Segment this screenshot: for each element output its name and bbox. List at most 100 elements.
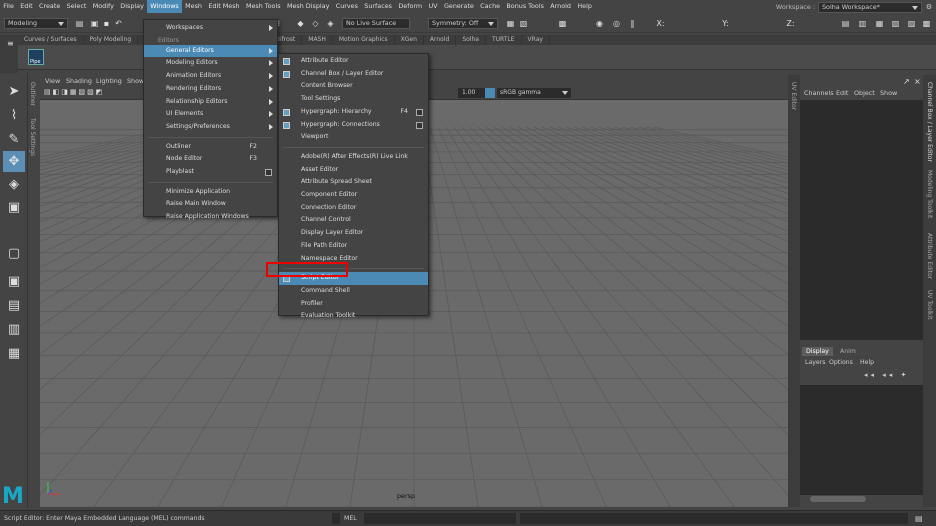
- menu-edit[interactable]: Edit: [17, 0, 36, 13]
- menu-item-command-shell[interactable]: Command Shell: [279, 285, 428, 298]
- option-box-icon[interactable]: [416, 108, 423, 116]
- menu-help[interactable]: Help: [574, 0, 595, 13]
- single-view-icon[interactable]: ▢: [3, 243, 25, 264]
- command-line-input[interactable]: [364, 513, 516, 524]
- tool-settings-icon[interactable]: ▦: [874, 18, 885, 29]
- menu-select[interactable]: Select: [63, 0, 89, 13]
- menu-item-display-layer-editor[interactable]: Display Layer Editor: [279, 227, 428, 240]
- menu-mesh[interactable]: Mesh: [182, 0, 205, 13]
- menu-item-ui-elements[interactable]: UI Elements: [144, 108, 277, 121]
- undo-icon[interactable]: ↶: [113, 18, 124, 29]
- channel-box-area[interactable]: [800, 100, 923, 340]
- render-icon[interactable]: ▩: [557, 18, 568, 29]
- le-menu-help[interactable]: Help: [860, 359, 874, 366]
- vp-menu-view[interactable]: View: [45, 77, 60, 85]
- menu-item-attribute-spread-sheet[interactable]: Attribute Spread Sheet: [279, 176, 428, 189]
- color-management-icon[interactable]: [485, 88, 495, 98]
- tool-settings-side-tab[interactable]: Tool Settings: [29, 118, 36, 156]
- menu-item-channel-box-layer-editor[interactable]: Channel Box / Layer Editor: [279, 68, 428, 81]
- menu-item-tool-settings[interactable]: Tool Settings: [279, 93, 428, 106]
- symmetry-dropdown[interactable]: Symmetry: Off: [428, 18, 498, 29]
- scale-tool-icon[interactable]: ▣: [3, 197, 25, 218]
- snap-view-icon[interactable]: ◇: [310, 18, 321, 29]
- menu-item-evaluation-toolkit[interactable]: Evaluation Toolkit: [279, 310, 428, 323]
- menu-item-relationship-editors[interactable]: Relationship Editors: [144, 96, 277, 109]
- settings-icon[interactable]: ⚙: [922, 3, 936, 11]
- modeling-toolkit-side-tab[interactable]: Modeling Toolkit: [926, 170, 933, 218]
- uv-toolkit-side-tab[interactable]: UV Toolkit: [926, 290, 933, 320]
- channel-box-icon[interactable]: ▧: [890, 18, 901, 29]
- layout-b-icon[interactable]: ▥: [3, 319, 25, 340]
- live-surface-field[interactable]: No Live Surface: [342, 18, 410, 29]
- menu-item-rendering-editors[interactable]: Rendering Editors: [144, 83, 277, 96]
- shelf-tab-motion-graphics[interactable]: Motion Graphics: [333, 35, 395, 45]
- menu-item-content-browser[interactable]: Content Browser: [279, 80, 428, 93]
- menu-surfaces[interactable]: Surfaces: [361, 0, 395, 13]
- menu-item-profiler[interactable]: Profiler: [279, 298, 428, 311]
- four-view-icon[interactable]: ▣: [3, 271, 25, 292]
- cb-menu-channels[interactable]: Channels: [804, 89, 834, 97]
- menu-item-raise-application-windows[interactable]: Raise Application Windows: [144, 211, 277, 224]
- shelf-tab-curves-surfaces[interactable]: Curves / Surfaces: [18, 35, 84, 45]
- cb-menu-object[interactable]: Object: [854, 89, 875, 97]
- uv-editor-side-tab[interactable]: UV Editor: [790, 82, 797, 110]
- menu-item-node-editor[interactable]: Node Editor F3: [144, 153, 277, 166]
- open-scene-icon[interactable]: ▣: [89, 18, 100, 29]
- history-icon[interactable]: ▦: [505, 18, 516, 29]
- menu-item-raise-main-window[interactable]: Raise Main Window: [144, 198, 277, 211]
- lasso-tool-icon[interactable]: ⌇: [3, 105, 25, 126]
- option-box-icon[interactable]: [265, 169, 272, 176]
- menu-cache[interactable]: Cache: [477, 0, 503, 13]
- panel-close-icon[interactable]: ×: [914, 77, 921, 86]
- snap-point-icon[interactable]: ◆: [295, 18, 306, 29]
- menu-mesh-tools[interactable]: Mesh Tools: [243, 0, 284, 13]
- mel-label[interactable]: MEL: [344, 515, 357, 522]
- menu-item-general-editors[interactable]: General Editors: [144, 44, 277, 58]
- menu-generate[interactable]: Generate: [441, 0, 477, 13]
- le-menu-options[interactable]: Options: [829, 359, 853, 366]
- vp-menu-shading[interactable]: Shading: [66, 77, 92, 85]
- outliner-layout-icon[interactable]: ▦: [3, 343, 25, 364]
- menu-item-connection-editor[interactable]: Connection Editor: [279, 202, 428, 215]
- shelf-tab-mash[interactable]: MASH: [302, 35, 333, 45]
- menu-edit-mesh[interactable]: Edit Mesh: [205, 0, 243, 13]
- tab-anim[interactable]: Anim: [840, 348, 856, 355]
- menu-item-settings-preferences[interactable]: Settings/Preferences: [144, 121, 277, 134]
- vp-tool-icons[interactable]: ▤◧◨▦▧▨◩: [44, 88, 104, 96]
- rotate-tool-icon[interactable]: ◈: [3, 174, 25, 195]
- menu-mesh-display[interactable]: Mesh Display: [284, 0, 333, 13]
- menu-curves[interactable]: Curves: [333, 0, 362, 13]
- panel-toggle-icon[interactable]: ↗: [903, 77, 910, 86]
- script-editor-shortcut-icon[interactable]: ▤: [915, 514, 923, 523]
- new-scene-icon[interactable]: ▤: [74, 18, 85, 29]
- shelf-tab-turtle[interactable]: TURTLE: [486, 35, 522, 45]
- ipr-icon[interactable]: ◉: [594, 18, 605, 29]
- menu-item-channel-control[interactable]: Channel Control: [279, 214, 428, 227]
- layer-scrollbar[interactable]: [810, 496, 866, 502]
- cb-menu-edit[interactable]: Edit: [836, 89, 848, 97]
- cb-menu-show[interactable]: Show: [880, 89, 897, 97]
- menu-item-playblast[interactable]: Playblast: [144, 166, 277, 179]
- option-box-icon[interactable]: [416, 121, 423, 129]
- menu-item-modeling-editors[interactable]: Modeling Editors: [144, 57, 277, 70]
- snap-surface-icon[interactable]: ◈: [325, 18, 336, 29]
- modeling-toolkit-icon[interactable]: ▤: [840, 18, 851, 29]
- vp-menu-lighting[interactable]: Lighting: [96, 77, 122, 85]
- select-tool-icon[interactable]: ➤: [3, 81, 25, 102]
- attribute-editor-side-tab[interactable]: Attribute Editor: [926, 233, 933, 279]
- menu-deform[interactable]: Deform: [395, 0, 425, 13]
- menu-item-hypergraph-hierarchy[interactable]: Hypergraph: Hierarchy F4: [279, 106, 428, 119]
- menu-item-asset-editor[interactable]: Asset Editor: [279, 164, 428, 177]
- pipe-shelf-button[interactable]: Pipe: [28, 49, 44, 65]
- menu-item-minimize-application[interactable]: Minimize Application: [144, 186, 277, 199]
- paint-select-icon[interactable]: ✎: [3, 129, 25, 150]
- menu-item-adobe-r-after-effects-r-live-link[interactable]: Adobe(R) After Effects(R) Live Link: [279, 151, 428, 164]
- menu-uv[interactable]: UV: [425, 0, 440, 13]
- gamma-field[interactable]: 1.00: [459, 88, 481, 98]
- shelf-tab-solha[interactable]: Solha: [456, 35, 486, 45]
- shelf-tab-xgen[interactable]: XGen: [395, 35, 424, 45]
- menu-item-viewport[interactable]: Viewport: [279, 131, 428, 144]
- menu-item-hypergraph-connections[interactable]: Hypergraph: Connections: [279, 119, 428, 132]
- menu-item-component-editor[interactable]: Component Editor: [279, 189, 428, 202]
- workspace-combo[interactable]: Solha Workspace*: [818, 1, 922, 13]
